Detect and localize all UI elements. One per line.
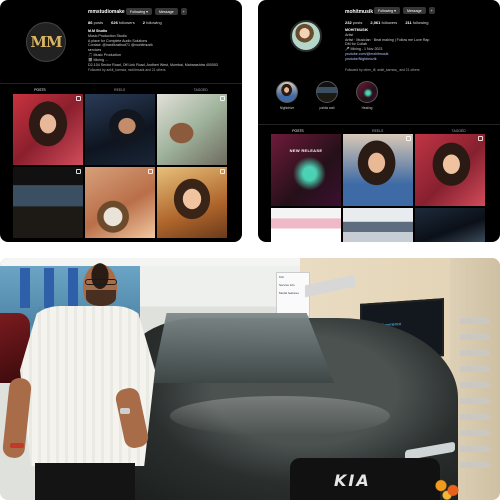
bracelet [10, 443, 24, 448]
post-tile[interactable] [343, 208, 413, 242]
profile-stats: 86 posts 626 followers 2 following [88, 20, 162, 25]
eyeglasses [85, 279, 117, 285]
stat-posts[interactable]: 232 posts [345, 20, 362, 25]
tab-posts[interactable]: POSTS [292, 129, 304, 133]
collage: MM mmstudiomake Following ▾ Message + 86… [0, 0, 500, 500]
carousel-icon [76, 169, 81, 174]
profile-tabs: POSTS REELS TAGGED [0, 83, 242, 92]
posts-grid: NEW RELEASE [271, 134, 487, 242]
highlight-label: Nightdrive [279, 106, 295, 110]
profile-bio: MOHITMUSIK Artist Artist · Musician · Be… [345, 28, 495, 62]
tab-tagged[interactable]: TAGGED [194, 88, 208, 92]
following-button[interactable]: Following ▾ [374, 7, 400, 14]
mm-logo: M [30, 33, 47, 51]
tab-posts[interactable]: POSTS [34, 88, 46, 92]
post-tile[interactable]: NEW RELEASE [271, 134, 341, 206]
story-highlights: Nightdrive pahila wali Healing [274, 81, 380, 110]
post-tile[interactable] [157, 94, 227, 165]
carousel-icon [406, 136, 411, 141]
profile-header: MM mmstudiomake Following ▾ Message + 86… [0, 0, 242, 90]
flag-banner [20, 268, 30, 308]
post-tile[interactable] [343, 134, 413, 206]
tab-tagged[interactable]: TAGGED [452, 129, 466, 133]
followed-by-text[interactable]: Followed by ankit_karnwa, mohitmusik and… [88, 68, 166, 72]
ceiling [0, 258, 310, 266]
showroom-photo: KIA Service info Model features Kia · Ex… [0, 258, 500, 500]
profile-actions: Following ▾ Message + [374, 7, 435, 14]
stat-following[interactable]: 2 following [143, 20, 162, 25]
flag-banner [44, 268, 54, 308]
post-tile[interactable] [415, 208, 485, 242]
post-tile[interactable] [85, 167, 155, 238]
post-tile[interactable] [271, 208, 341, 242]
post-tile[interactable] [157, 167, 227, 238]
post-tile[interactable] [13, 94, 83, 165]
profile-actions: Following ▾ Message + [126, 8, 187, 15]
post-tile[interactable] [415, 134, 485, 206]
message-button[interactable]: Message [154, 8, 178, 15]
profile-username: mohitmusik [345, 9, 374, 15]
highlight-item[interactable]: pahila wali [314, 81, 340, 110]
profile-username: mmstudiomake [88, 9, 125, 15]
profile-stats: 232 posts 2,061 followers 211 following [345, 20, 428, 25]
person-beard [86, 290, 116, 306]
highlight-cover [316, 81, 338, 103]
tool-rack [460, 318, 490, 468]
post-tile[interactable] [85, 94, 155, 165]
suv-windshield [152, 313, 334, 383]
profile-bio: M.M Studio Music Production Studio A pla… [88, 29, 238, 67]
highlight-item[interactable]: Healing [354, 81, 380, 110]
profile-avatar[interactable] [290, 20, 322, 52]
add-user-button[interactable]: + [428, 7, 435, 14]
wristwatch [120, 408, 130, 414]
tab-reels[interactable]: REELS [372, 129, 383, 133]
flag-banner [68, 268, 78, 308]
bio-line: D2-104 Sector Road, Off Link Road, Andhe… [88, 62, 218, 67]
following-button[interactable]: Following ▾ [126, 8, 152, 15]
highlight-item[interactable]: Nightdrive [274, 81, 300, 110]
add-user-button[interactable]: + [180, 8, 187, 15]
carousel-icon [220, 169, 225, 174]
highlight-label: Healing [361, 106, 373, 110]
profile-tabs: POSTS REELS TAGGED [258, 124, 500, 133]
bio-link[interactable]: youtube/Nightmuzik [345, 57, 495, 62]
kia-logo: KIA [334, 471, 371, 490]
info-board-line: KIA [279, 275, 284, 279]
carousel-icon [76, 96, 81, 101]
profile-screenshot-mohitmusik: mohitmusik Following ▾ Message + 232 pos… [258, 0, 500, 242]
highlight-label: pahila wali [319, 106, 335, 110]
mm-logo-2: M [46, 33, 63, 51]
posts-grid [13, 94, 229, 238]
flower-garland [432, 476, 462, 500]
stat-followers[interactable]: 2,061 followers [370, 20, 397, 25]
person-pants [35, 463, 135, 500]
post-tile[interactable] [13, 167, 83, 238]
album-title: NEW RELEASE [289, 148, 323, 153]
message-button[interactable]: Message [402, 7, 426, 14]
profile-screenshot-mmstudio: MM mmstudiomake Following ▾ Message + 86… [0, 0, 242, 242]
highlight-cover [356, 81, 378, 103]
highlight-cover [276, 81, 298, 103]
stat-posts[interactable]: 86 posts [88, 20, 103, 25]
carousel-icon [220, 96, 225, 101]
stat-followers[interactable]: 626 followers [111, 20, 135, 25]
followed-by-text[interactable]: Followed by other_iff, ankit_karnwa_ and… [345, 68, 420, 72]
profile-header: mohitmusik Following ▾ Message + 232 pos… [258, 0, 500, 90]
profile-avatar[interactable]: MM [26, 22, 66, 62]
stat-following[interactable]: 211 following [405, 20, 428, 25]
carousel-icon [148, 169, 153, 174]
tab-reels[interactable]: REELS [114, 88, 125, 92]
hood-reflection [170, 396, 390, 436]
carousel-icon [478, 136, 483, 141]
